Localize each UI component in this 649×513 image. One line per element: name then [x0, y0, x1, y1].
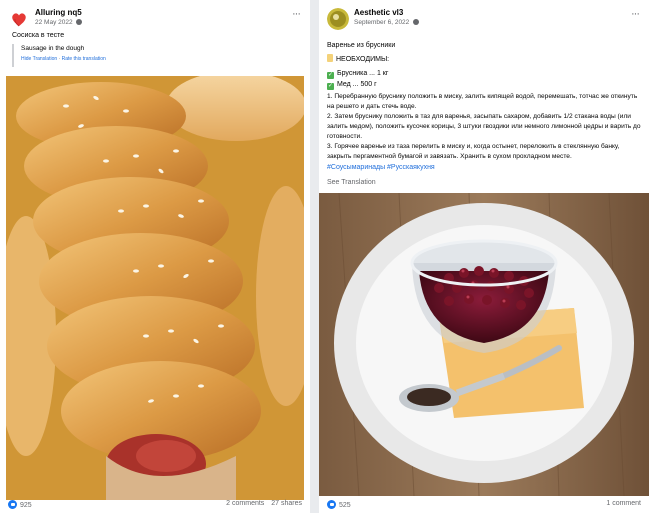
post-date-text[interactable]: September 6, 2022: [354, 19, 409, 26]
comments-count[interactable]: 1 comment: [606, 500, 641, 507]
engagement-counts: 1 comment: [601, 500, 641, 507]
post-image[interactable]: [319, 193, 649, 496]
like-icon: [327, 500, 336, 509]
ingredient-text: Мед ... 500 г: [337, 81, 377, 88]
post-card-left: Alluring nq5 22 May 2022 ··· Сосиска в т…: [0, 0, 310, 513]
post-footer: 525 1 comment: [327, 500, 641, 511]
rate-translation-link[interactable]: Rate this translation: [62, 56, 106, 62]
post-footer: 925 2 comments 27 shares: [8, 500, 302, 511]
see-translation-link[interactable]: See Translation: [327, 177, 376, 188]
needed-line: НЕОБХОДИМЫ:: [327, 54, 389, 65]
post-date-text[interactable]: 22 May 2022: [35, 19, 73, 26]
shares-count[interactable]: 27 shares: [271, 500, 302, 507]
translation-box: Sausage in the dough Hide Translation · …: [12, 44, 302, 67]
author-name[interactable]: Aesthetic vl3: [354, 8, 403, 17]
hashtags-link[interactable]: #Соусымаринады #Русскаякухня: [327, 162, 435, 173]
more-options-button[interactable]: ···: [631, 8, 640, 20]
recipe-title: Варенье из брусники: [327, 42, 396, 49]
like-icon: [8, 500, 17, 509]
recipe-steps: 1. Перебранную бруснику положить в миску…: [327, 92, 641, 162]
author-name[interactable]: Alluring nq5: [35, 8, 82, 17]
globe-icon: [413, 19, 420, 25]
post-header: Aesthetic vl3 September 6, 2022 ···: [327, 6, 641, 32]
avatar[interactable]: [8, 8, 30, 30]
engagement-counts: 2 comments 27 shares: [221, 500, 302, 507]
comments-count[interactable]: 2 comments: [226, 500, 264, 507]
post-header: Alluring nq5 22 May 2022 ···: [8, 6, 302, 32]
post-date[interactable]: 22 May 2022: [35, 19, 83, 26]
post-image[interactable]: [6, 76, 304, 500]
avatar[interactable]: [327, 8, 349, 30]
hide-translation-link[interactable]: Hide Translation: [21, 56, 57, 62]
scroll-icon: [327, 54, 333, 62]
check-icon: ✓: [327, 83, 334, 90]
reaction-count[interactable]: 925: [20, 502, 32, 509]
recipe-step: 1. Перебранную бруснику положить в миску…: [327, 93, 638, 110]
ingredient-text: Брусника ... 1 кг: [337, 70, 389, 77]
reaction-count[interactable]: 525: [339, 502, 351, 509]
post-text: Сосиска в тесте: [12, 32, 65, 39]
ingredient-item: ✓ Мед ... 500 г: [327, 79, 377, 90]
ingredient-item: ✓ Брусника ... 1 кг: [327, 68, 388, 79]
needed-label: НЕОБХОДИМЫ:: [336, 56, 390, 63]
check-icon: ✓: [327, 72, 334, 79]
more-options-button[interactable]: ···: [292, 8, 301, 20]
post-date[interactable]: September 6, 2022: [354, 19, 420, 26]
globe-icon: [76, 19, 83, 25]
recipe-step: 2. Затем бруснику положить в таз для вар…: [327, 113, 641, 140]
translation-links: Hide Translation · Rate this translation: [21, 54, 302, 64]
recipe-step: 3. Горячее варенье из таза перелить в ми…: [327, 143, 620, 160]
translated-text: Sausage in the dough: [21, 45, 85, 52]
post-card-right: Aesthetic vl3 September 6, 2022 ··· Варе…: [319, 0, 649, 513]
